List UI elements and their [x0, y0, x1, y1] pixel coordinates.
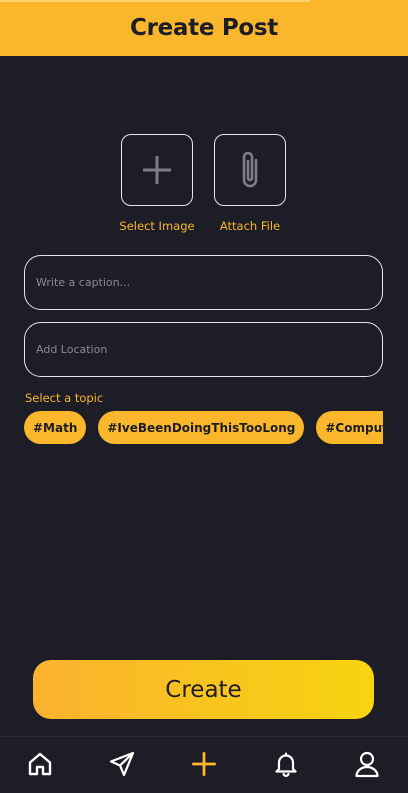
topic-chip-math[interactable]: #Math — [24, 411, 87, 444]
topic-chip-ivebeendoingthistoolong[interactable]: #IveBeenDoingThisTooLong — [98, 411, 305, 444]
profile-icon — [355, 751, 379, 778]
attach-file-group: Attach File — [214, 134, 286, 233]
header-accent-line — [0, 0, 310, 2]
nav-send[interactable] — [107, 749, 137, 779]
bell-icon — [275, 752, 297, 777]
nav-profile[interactable] — [352, 749, 382, 779]
create-button[interactable]: Create — [33, 660, 374, 719]
send-icon — [109, 751, 135, 777]
home-icon — [28, 752, 52, 776]
attach-file-button[interactable] — [214, 134, 286, 206]
nav-home[interactable] — [25, 749, 55, 779]
nav-notifications[interactable] — [271, 749, 301, 779]
select-image-button[interactable] — [121, 134, 193, 206]
caption-input[interactable] — [25, 256, 382, 309]
header-bar: Create Post — [0, 0, 408, 56]
plus-icon — [143, 156, 171, 184]
topic-chip-track: #Math #IveBeenDoingThisTooLong #Computer… — [24, 411, 383, 444]
paperclip-icon — [242, 151, 258, 188]
topic-chip-computerscience[interactable]: #ComputerScience — [316, 411, 383, 444]
topic-label: Select a topic — [25, 391, 104, 405]
topic-chip-scroller[interactable]: #Math #IveBeenDoingThisTooLong #Computer… — [24, 411, 383, 444]
location-field[interactable] — [24, 322, 383, 377]
select-image-label: Select Image — [119, 219, 195, 233]
page-title: Create Post — [130, 15, 278, 41]
select-image-group: Select Image — [119, 134, 195, 233]
location-input[interactable] — [25, 323, 382, 376]
caption-field[interactable] — [24, 255, 383, 310]
attachment-row: Select Image Attach File — [119, 134, 286, 233]
attach-file-label: Attach File — [219, 219, 281, 233]
nav-create[interactable] — [189, 749, 219, 779]
bottom-nav — [0, 736, 408, 793]
plus-icon — [192, 752, 216, 776]
